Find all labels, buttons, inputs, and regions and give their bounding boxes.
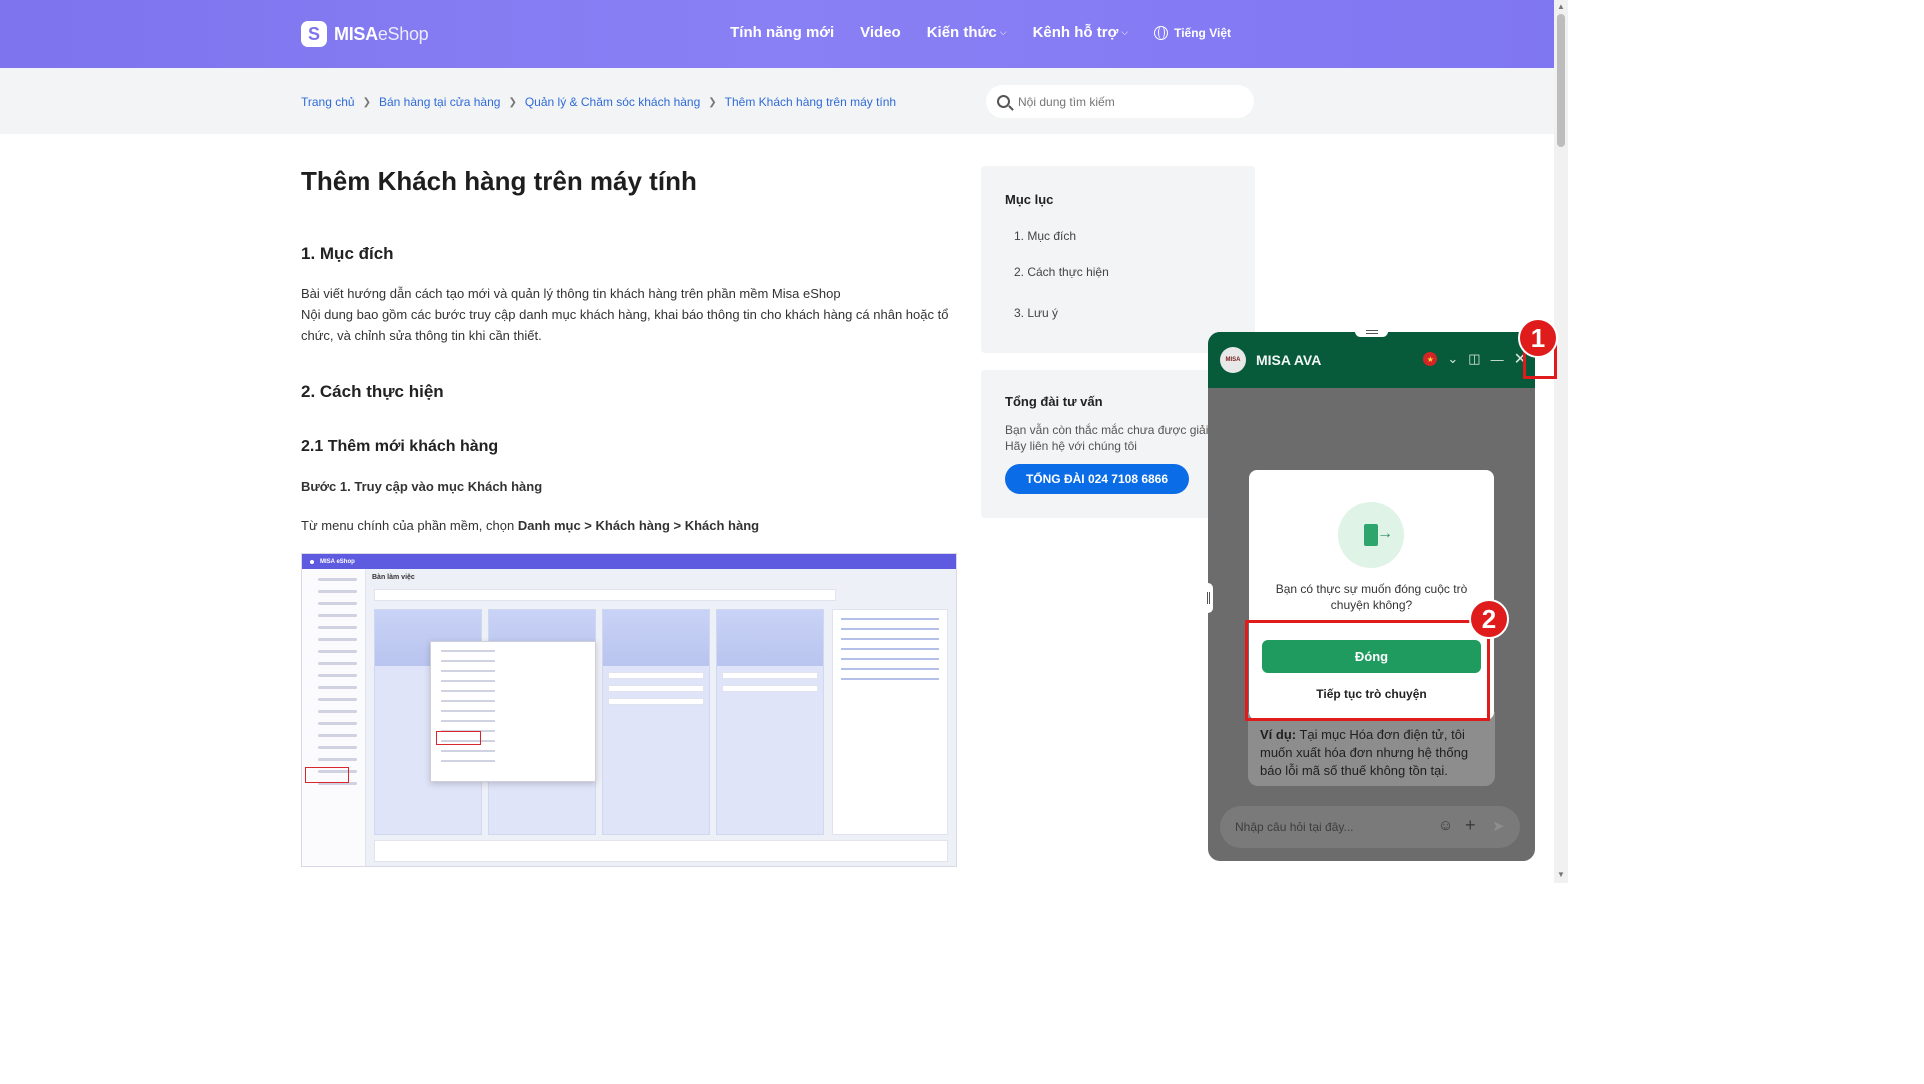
chevron-right-icon: ❯: [708, 96, 717, 108]
minimize-icon[interactable]: —: [1491, 352, 1504, 367]
screenshot-highlight: [436, 731, 481, 745]
toc-item-purpose[interactable]: 1. Mục đích: [1014, 229, 1076, 243]
logo-icon: S: [301, 21, 327, 47]
step1-instruction: Từ menu chính của phần mềm, chọn Danh mụ…: [301, 518, 760, 533]
chevron-down-icon: ⌵: [1121, 27, 1129, 37]
nav-new-features[interactable]: Tính năng mới: [730, 24, 834, 41]
breadcrumb-customer-care[interactable]: Quản lý & Chăm sóc khách hàng: [525, 95, 700, 109]
toc-item-howto[interactable]: 2. Cách thực hiện: [1014, 265, 1109, 279]
section-add-customer-heading: 2.1 Thêm mới khách hàng: [301, 438, 499, 455]
search-input[interactable]: [1018, 94, 1238, 109]
chevron-down-icon[interactable]: ⌄: [1447, 351, 1458, 367]
chat-resize-handle[interactable]: [1203, 583, 1213, 613]
send-icon[interactable]: ➤: [1492, 817, 1505, 835]
chat-header: MISA MISA AVA ★ ⌄ ◫ — ✕: [1208, 332, 1535, 388]
hotline-call-button[interactable]: TỔNG ĐÀI 024 7108 6866: [1005, 464, 1189, 494]
logo-brand: MISA: [334, 23, 378, 44]
chevron-right-icon: ❯: [508, 96, 517, 108]
chat-input[interactable]: [1235, 820, 1435, 834]
expand-window-icon[interactable]: ◫: [1468, 351, 1480, 367]
article-screenshot: MISA eShop Bàn làm việc: [301, 553, 957, 867]
chat-message: Ví dụ: Tại mục Hóa đơn điện tử, tôi muốn…: [1248, 712, 1495, 786]
section-howto-heading: 2. Cách thực hiện: [301, 382, 444, 401]
breadcrumb: Trang chủ ❯ Bán hàng tại cửa hàng ❯ Quản…: [301, 95, 896, 109]
scroll-up-arrow-icon[interactable]: ▲: [1557, 2, 1565, 11]
vietnam-flag-icon[interactable]: ★: [1423, 352, 1438, 366]
emoji-icon[interactable]: ☺: [1438, 817, 1453, 834]
chat-title: MISA AVA: [1256, 352, 1322, 368]
search-icon[interactable]: [997, 95, 1010, 108]
chat-input-box: ☺ + ➤: [1220, 806, 1520, 848]
site-header: S MISAeShop Tính năng mới Video Kiến thứ…: [0, 0, 1554, 68]
screenshot-highlight: [305, 767, 349, 783]
screenshot-dropdown-menu: [430, 641, 596, 782]
breadcrumb-current[interactable]: Thêm Khách hàng trên máy tính: [725, 95, 896, 109]
logo-product: eShop: [377, 23, 429, 44]
misa-eshop-logo[interactable]: S MISAeShop: [301, 20, 429, 48]
hotline-title: Tổng đài tư vấn: [1005, 394, 1103, 409]
breadcrumb-bar: Trang chủ ❯ Bán hàng tại cửa hàng ❯ Quản…: [0, 68, 1554, 134]
purpose-paragraph-1: Bài viết hướng dẫn cách tạo mới và quản …: [301, 286, 841, 301]
purpose-paragraph-2: Nội dung bao gồm các bước truy cập danh …: [301, 307, 949, 343]
nav-support-channels[interactable]: Kênh hỗ trợ ⌵: [1033, 24, 1129, 41]
article: Thêm Khách hàng trên máy tính: [301, 166, 961, 197]
exit-door-icon: [1338, 502, 1404, 568]
nav-knowledge[interactable]: Kiến thức ⌵: [927, 24, 1007, 41]
page-title: Thêm Khách hàng trên máy tính: [301, 166, 697, 196]
step1-menu-path: Danh mục > Khách hàng > Khách hàng: [517, 518, 760, 533]
chevron-right-icon: ❯: [362, 96, 371, 108]
toc-item-notes[interactable]: 3. Lưu ý: [1014, 306, 1058, 320]
main-nav: Tính năng mới Video Kiến thức ⌵ Kênh hỗ t…: [730, 24, 1231, 41]
dialog-question: Bạn có thực sự muốn đóng cuộc trò chuyện…: [1275, 582, 1468, 612]
nav-video[interactable]: Video: [860, 24, 901, 41]
search-box: [986, 85, 1254, 118]
table-of-contents: Mục lục 1. Mục đích 2. Cách thực hiện 3.…: [981, 166, 1255, 353]
breadcrumb-home[interactable]: Trang chủ: [301, 95, 355, 109]
breadcrumb-store-sales[interactable]: Bán hàng tại cửa hàng: [379, 95, 500, 109]
section-purpose-heading: 1. Mục đích: [301, 244, 394, 263]
scrollbar-thumb[interactable]: [1557, 14, 1565, 147]
chat-avatar: MISA: [1220, 347, 1246, 373]
plus-icon[interactable]: +: [1465, 815, 1476, 836]
screenshot-app-title: Bàn làm việc: [372, 574, 415, 581]
toc-title: Mục lục: [1005, 192, 1054, 207]
annotation-badge-1: 1: [1518, 318, 1558, 358]
globe-icon: [1154, 25, 1169, 40]
scroll-down-arrow-icon[interactable]: ▼: [1557, 870, 1565, 879]
chat-drag-handle[interactable]: [1355, 326, 1388, 337]
screenshot-sidebar: [302, 569, 366, 866]
language-selector[interactable]: Tiếng Việt: [1154, 25, 1231, 40]
step1-heading: Bước 1. Truy cập vào mục Khách hàng: [301, 479, 543, 494]
annotation-box-2: [1245, 620, 1490, 721]
annotation-badge-2: 2: [1469, 599, 1509, 639]
chevron-down-icon: ⌵: [999, 27, 1007, 37]
